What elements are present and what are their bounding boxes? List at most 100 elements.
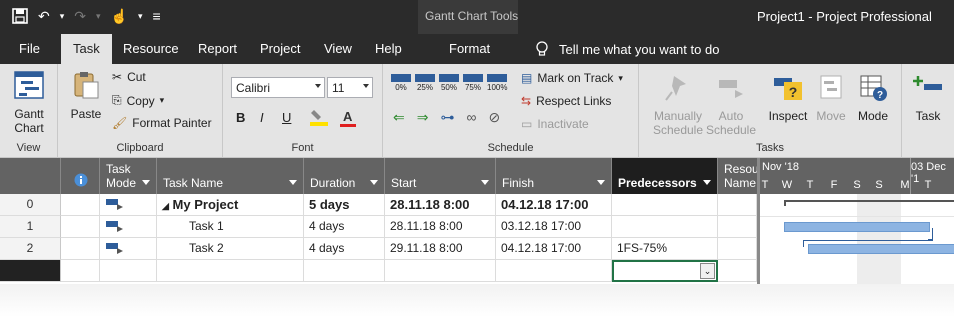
tab-project[interactable]: Project	[260, 41, 300, 56]
tab-task[interactable]: Task	[61, 34, 112, 65]
manually-schedule-button[interactable]: Manually Schedule	[649, 72, 707, 137]
highlight-button[interactable]	[309, 108, 331, 126]
gantt-bar-task-2[interactable]	[808, 244, 954, 254]
undo-icon[interactable]: ↶	[38, 7, 50, 25]
row-number[interactable]: 1	[0, 216, 61, 238]
tab-help[interactable]: Help	[375, 41, 402, 56]
column-header-task-mode[interactable]: Task Mode	[100, 158, 157, 194]
start-cell[interactable]	[385, 260, 496, 282]
auto-schedule-button[interactable]: Auto Schedule	[705, 72, 757, 137]
task-name-cell[interactable]: Task 1	[157, 216, 304, 238]
paste-button[interactable]: Paste	[66, 70, 106, 121]
table-row[interactable]: 0 ◢ My Project 5 days 28.11.18 8:00 04.1…	[0, 194, 757, 216]
row-number[interactable]: 2	[0, 238, 61, 260]
tell-me-box[interactable]: Tell me what you want to do	[535, 41, 719, 57]
tab-resource[interactable]: Resource	[123, 41, 179, 56]
insert-task-button[interactable]: Task	[908, 72, 948, 123]
chevron-down-icon[interactable]	[370, 180, 378, 185]
save-icon[interactable]	[12, 8, 28, 24]
link-tasks-icon[interactable]: ∞	[466, 109, 476, 126]
tab-view[interactable]: View	[324, 41, 352, 56]
font-size-select[interactable]: 11	[327, 77, 373, 98]
tab-report[interactable]: Report	[198, 41, 237, 56]
select-all-corner[interactable]	[0, 158, 61, 194]
chevron-down-icon[interactable]	[597, 180, 605, 185]
collapse-triangle-icon[interactable]: ◢	[162, 201, 169, 211]
customize-qat-icon[interactable]: ≡	[153, 7, 161, 25]
format-painter-button[interactable]: 🖌 Format Painter	[112, 116, 212, 130]
duration-cell[interactable]: 4 days	[304, 238, 385, 260]
resource-names-cell[interactable]	[718, 260, 757, 282]
percent-25-button[interactable]: 25%	[415, 74, 435, 92]
percent-0-button[interactable]: 0%	[391, 74, 411, 92]
predecessors-cell[interactable]	[612, 194, 718, 216]
column-header-start[interactable]: Start	[385, 158, 496, 194]
underline-button[interactable]: U	[282, 110, 291, 125]
task-name-cell[interactable]: ◢ My Project	[157, 194, 304, 216]
column-header-finish[interactable]: Finish	[496, 158, 612, 194]
percent-50-button[interactable]: 50%	[439, 74, 459, 92]
cut-button[interactable]: ✂ Cut	[112, 70, 146, 84]
gantt-chart-pane[interactable]: Nov '18 03 Dec '1 T W T F S S M T	[757, 158, 954, 284]
resource-names-cell[interactable]	[718, 238, 757, 260]
table-row[interactable]: ⌄	[0, 260, 757, 282]
outdent-icon[interactable]: ⇐	[393, 109, 405, 126]
gantt-bar-task-1[interactable]	[784, 222, 930, 232]
predecessors-cell[interactable]	[612, 216, 718, 238]
start-cell[interactable]: 28.11.18 8:00	[385, 216, 496, 238]
inspect-button[interactable]: ? Inspect	[765, 72, 811, 123]
duration-cell[interactable]: 4 days	[304, 216, 385, 238]
predecessors-edit-cell[interactable]: ⌄	[612, 260, 718, 282]
copy-button[interactable]: ⎘ Copy ▾	[112, 93, 164, 108]
start-cell[interactable]: 29.11.18 8:00	[385, 238, 496, 260]
column-header-resource-names[interactable]: Resou Name	[718, 158, 758, 194]
gantt-chart-button[interactable]: Gantt Chart	[6, 70, 52, 135]
touch-mode-icon[interactable]: ☝	[111, 7, 128, 25]
column-header-task-name[interactable]: Task Name	[157, 158, 304, 194]
mark-on-track-button[interactable]: ▤ Mark on Track ▾	[521, 71, 623, 85]
font-family-select[interactable]: Calibri	[231, 77, 325, 98]
inactivate-button[interactable]: ▭ Inactivate	[521, 117, 589, 131]
split-task-icon[interactable]: ⊶	[440, 109, 454, 126]
finish-cell[interactable]: 03.12.18 17:00	[496, 216, 612, 238]
chevron-down-icon[interactable]	[142, 180, 150, 185]
dropdown-chevron-icon[interactable]: ⌄	[700, 263, 715, 279]
table-row[interactable]: 2 Task 2 4 days 29.11.18 8:00 04.12.18 1…	[0, 238, 757, 260]
summary-bar[interactable]	[784, 200, 954, 206]
tab-format[interactable]: Format	[449, 41, 490, 56]
finish-cell[interactable]: 04.12.18 17:00	[496, 194, 612, 216]
row-number[interactable]: 0	[0, 194, 61, 216]
task-mode-cell[interactable]	[100, 194, 157, 216]
chevron-down-icon[interactable]	[481, 180, 489, 185]
finish-cell[interactable]: 04.12.18 17:00	[496, 238, 612, 260]
italic-button[interactable]: I	[260, 110, 264, 125]
bold-button[interactable]: B	[236, 110, 245, 125]
resource-names-cell[interactable]	[718, 216, 757, 238]
finish-cell[interactable]	[496, 260, 612, 282]
chevron-down-icon[interactable]	[703, 180, 711, 185]
task-mode-cell[interactable]	[100, 238, 157, 260]
percent-75-button[interactable]: 75%	[463, 74, 483, 92]
column-header-duration[interactable]: Duration	[304, 158, 385, 194]
mode-button[interactable]: ? Mode	[853, 72, 893, 123]
duration-cell[interactable]	[304, 260, 385, 282]
task-mode-cell[interactable]	[100, 260, 157, 282]
row-number[interactable]	[0, 260, 61, 282]
task-name-cell[interactable]	[157, 260, 304, 282]
move-button[interactable]: Move	[811, 72, 851, 123]
tab-file[interactable]: File	[19, 41, 40, 56]
redo-icon[interactable]: ↷	[74, 7, 86, 25]
task-name-cell[interactable]: Task 2	[157, 238, 304, 260]
respect-links-button[interactable]: ⇆ Respect Links	[521, 94, 611, 108]
resource-names-cell[interactable]	[718, 194, 757, 216]
task-mode-cell[interactable]	[100, 216, 157, 238]
indicators-header[interactable]	[61, 158, 100, 194]
table-row[interactable]: 1 Task 1 4 days 28.11.18 8:00 03.12.18 1…	[0, 216, 757, 238]
font-color-button[interactable]: A	[340, 109, 356, 127]
indent-icon[interactable]: ⇒	[417, 109, 429, 126]
percent-100-button[interactable]: 100%	[487, 74, 507, 92]
column-header-predecessors[interactable]: Predecessors	[612, 158, 718, 194]
predecessors-cell[interactable]: 1FS-75%	[612, 238, 718, 260]
chevron-down-icon[interactable]	[289, 180, 297, 185]
start-cell[interactable]: 28.11.18 8:00	[385, 194, 496, 216]
